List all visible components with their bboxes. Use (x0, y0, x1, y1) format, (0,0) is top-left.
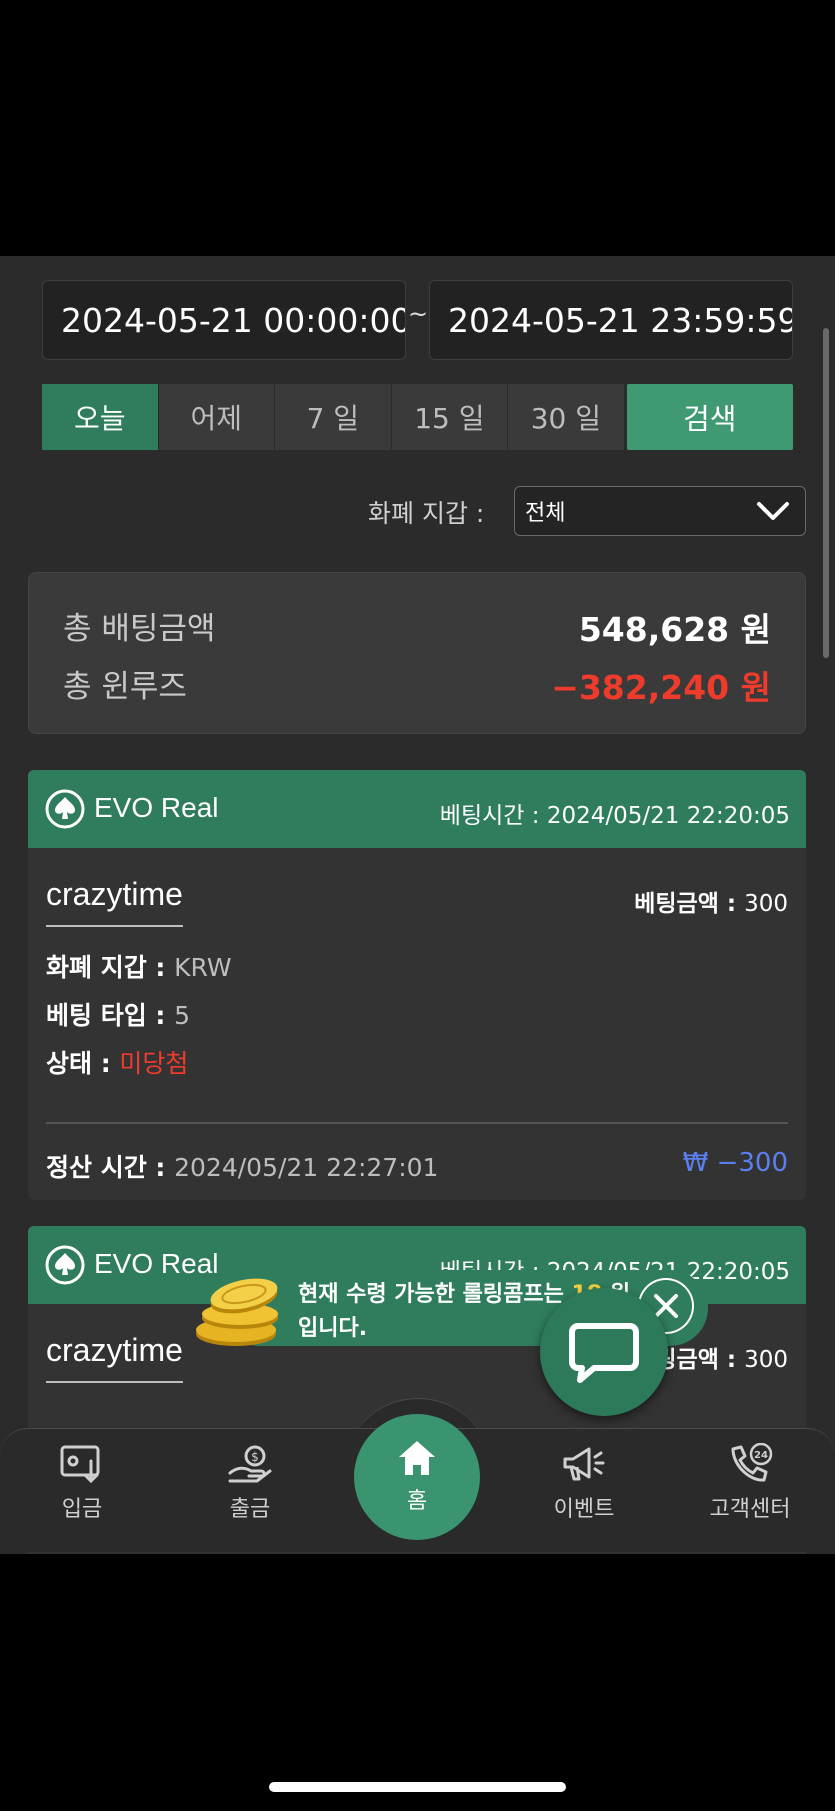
period-yesterday-button[interactable]: 어제 (158, 384, 275, 450)
chevron-down-icon (757, 502, 789, 520)
game-name: crazytime (46, 876, 183, 927)
total-bet-label: 총 배팅금액 (63, 611, 216, 647)
period-7days-button[interactable]: 7 일 (275, 384, 391, 450)
chat-button[interactable] (540, 1288, 668, 1416)
wallet-select-value: 전체 (525, 501, 566, 526)
period-buttons: 오늘 어제 7 일 15 일 30 일 검색 (42, 384, 793, 450)
status-badge: 미당첨 (119, 1049, 189, 1078)
bet-time: 베팅시간 : 2024/05/21 22:20:05 (439, 803, 790, 829)
bet-summary: 총 배팅금액 548,628 원 총 윈루즈 −382,240 원 (28, 572, 806, 734)
game-name: crazytime (46, 1332, 183, 1383)
period-15days-button[interactable]: 15 일 (391, 384, 508, 450)
settle-time: 정산 시간 : 2024/05/21 22:27:01 (46, 1153, 439, 1182)
bet-amount: 베팅금액 : 300 (634, 891, 788, 917)
gold-coins-icon (196, 1278, 278, 1346)
nav-event[interactable]: 이벤트 (514, 1443, 654, 1543)
search-button[interactable]: 검색 (626, 384, 793, 450)
megaphone-icon (563, 1447, 605, 1481)
nav-withdraw[interactable]: $ 출금 (180, 1443, 320, 1543)
date-separator: ~ (408, 300, 429, 328)
spade-chip-icon (45, 789, 85, 829)
bet-card-header: EVO Real 베팅시간 : 2024/05/21 22:20:05 (28, 770, 806, 848)
total-winloss-label: 총 윈루즈 (63, 669, 187, 705)
home-indicator[interactable] (269, 1782, 566, 1792)
wallet-filter-label: 화폐 지갑 : (368, 499, 485, 528)
bet-card: EVO Real 베팅시간 : 2024/05/21 22:20:05 craz… (28, 770, 806, 1200)
withdraw-icon: $ (228, 1445, 272, 1483)
chat-bubble-icon (569, 1323, 639, 1383)
home-icon (399, 1441, 435, 1475)
deposit-icon (60, 1445, 100, 1484)
bet-history-screen: 2024-05-21 00:00:00 ~ 2024-05-21 23:59:5… (0, 256, 835, 1554)
provider-name: EVO Real (94, 792, 219, 823)
win-loss-amount: ₩ −300 (682, 1148, 788, 1178)
svg-text:24: 24 (754, 1450, 768, 1461)
total-winloss-value: −382,240 원 (551, 668, 771, 707)
wallet-select[interactable]: 전체 (514, 486, 806, 536)
wallet-info: 화폐 지갑 : KRW (46, 953, 232, 982)
status-info: 상태 : 미당첨 (46, 1049, 189, 1078)
nav-withdraw-label: 출금 (229, 1497, 271, 1522)
nav-event-label: 이벤트 (553, 1497, 615, 1522)
date-from-input[interactable]: 2024-05-21 00:00:00 (42, 280, 406, 360)
nav-support[interactable]: 24 고객센터 (680, 1443, 820, 1543)
nav-support-label: 고객센터 (709, 1497, 791, 1522)
spade-chip-icon (45, 1245, 85, 1285)
date-to-input[interactable]: 2024-05-21 23:59:59 (429, 280, 793, 360)
divider (46, 1122, 788, 1124)
svg-text:$: $ (251, 1450, 259, 1464)
nav-deposit[interactable]: 입금 (12, 1443, 152, 1543)
support-24-icon: 24 (731, 1443, 773, 1482)
scrollbar[interactable] (823, 328, 829, 658)
nav-home-button[interactable]: 홈 (354, 1414, 480, 1540)
nav-home-label: 홈 (406, 1489, 428, 1514)
nav-deposit-label: 입금 (61, 1497, 103, 1522)
total-bet-value: 548,628 원 (578, 610, 771, 649)
bet-type-info: 베팅 타입 : 5 (46, 1001, 191, 1030)
period-today-button[interactable]: 오늘 (42, 384, 158, 450)
period-30days-button[interactable]: 30 일 (508, 384, 624, 450)
